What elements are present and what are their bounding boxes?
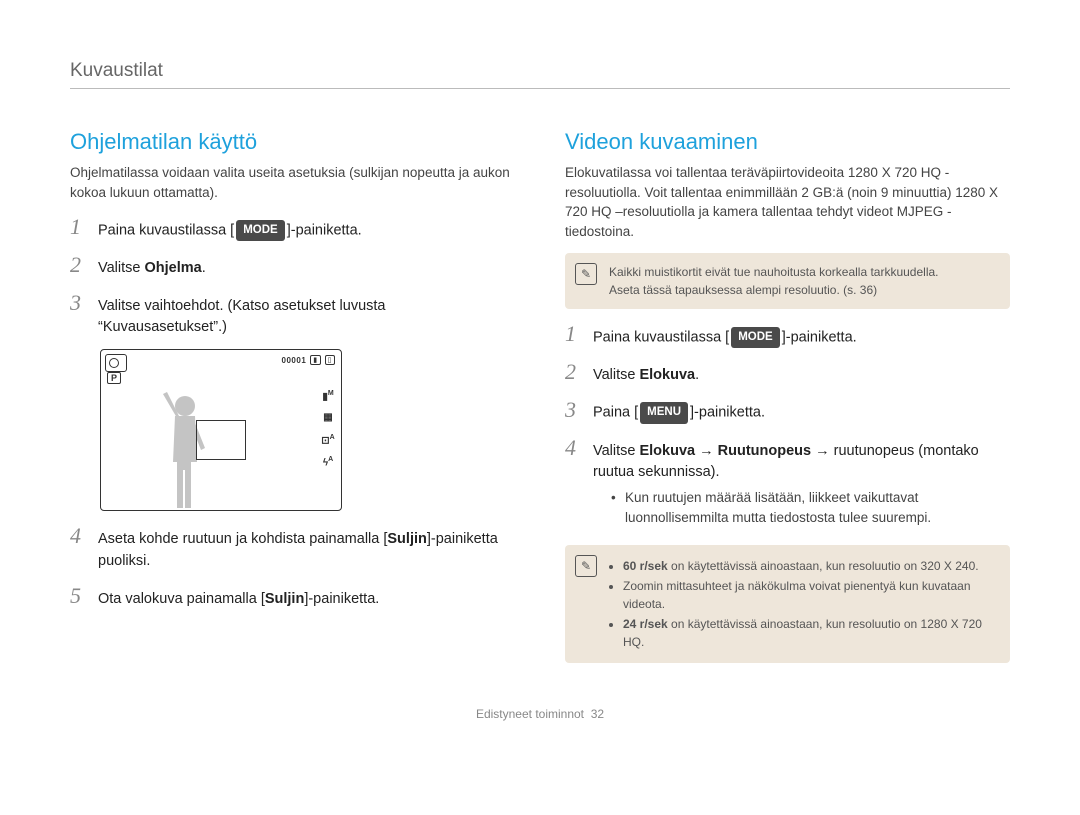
- battery-icon: ▮: [310, 355, 320, 365]
- footer-page: 32: [591, 707, 604, 721]
- step-number: 3: [70, 290, 88, 316]
- left-step-3: 3 Valitse vaihtoehdot. (Katso asetukset …: [70, 290, 515, 340]
- step-number: 5: [70, 583, 88, 609]
- focus-frame: [196, 420, 246, 460]
- mode-indicator: P: [107, 372, 121, 384]
- note-line: Aseta tässä tapauksessa alempi resoluuti…: [609, 281, 998, 299]
- step-text: Valitse Ohjelma.: [98, 258, 206, 280]
- step-text: Valitse vaihtoehdot. (Katso asetukset lu…: [98, 296, 515, 340]
- right-intro: Elokuvatilassa voi tallentaa teräväpiirt…: [565, 163, 1010, 241]
- note-line: Kaikki muistikortit eivät tue nauhoitust…: [609, 263, 998, 281]
- right-step-3: 3 Paina [MENU]-painiketta.: [565, 397, 1010, 425]
- step-bullet: Kun ruutujen määrää lisätään, liikkeet v…: [611, 488, 1010, 529]
- note-icon: ✎: [575, 263, 597, 285]
- preview-right-icons: ▮M ▦ ⊡A ϟA: [321, 390, 335, 468]
- footer-label: Edistyneet toiminnot: [476, 707, 584, 721]
- step-text: Ota valokuva painamalla [Suljin]-painike…: [98, 589, 379, 611]
- step-text: Aseta kohde ruutuun ja kohdista painamal…: [98, 529, 515, 573]
- right-step-4: 4 Valitse Elokuva → Ruutunopeus → ruutun…: [565, 435, 1010, 533]
- step-text: Valitse Elokuva.: [593, 365, 699, 387]
- camera-preview: P 00001 ▮ ▯ ▮M ▦ ⊡A ϟA: [100, 349, 342, 511]
- step-number: 4: [70, 523, 88, 549]
- page-footer: Edistyneet toiminnot 32: [70, 707, 1010, 721]
- left-step-5: 5 Ota valokuva painamalla [Suljin]-paini…: [70, 583, 515, 611]
- left-title: Ohjelmatilan käyttö: [70, 129, 515, 155]
- note-box-1: ✎ Kaikki muistikortit eivät tue nauhoitu…: [565, 253, 1010, 309]
- left-step-1: 1 Paina kuvaustilassa [MODE]-painiketta.: [70, 214, 515, 242]
- manual-page: Kuvaustilat Ohjelmatilan käyttö Ohjelmat…: [0, 0, 1080, 741]
- mode-chip: MODE: [731, 327, 780, 348]
- step-text: Paina kuvaustilassa [MODE]-painiketta.: [593, 327, 857, 349]
- mode-chip: MODE: [236, 220, 285, 241]
- note-item: 60 r/sek on käytettävissä ainoastaan, ku…: [623, 557, 998, 575]
- right-title: Videon kuvaaminen: [565, 129, 1010, 155]
- right-column: Videon kuvaaminen Elokuvatilassa voi tal…: [565, 129, 1010, 675]
- right-step-1: 1 Paina kuvaustilassa [MODE]-painiketta.: [565, 321, 1010, 349]
- note-box-2: ✎ 60 r/sek on käytettävissä ainoastaan, …: [565, 545, 1010, 663]
- step-number: 4: [565, 435, 583, 461]
- note-item: 24 r/sek on käytettävissä ainoastaan, ku…: [623, 615, 998, 651]
- menu-chip: MENU: [640, 402, 688, 423]
- left-intro: Ohjelmatilassa voidaan valita useita ase…: [70, 163, 515, 202]
- step-number: 1: [70, 214, 88, 240]
- preview-top-right: 00001 ▮ ▯: [282, 355, 335, 365]
- left-step-2: 2 Valitse Ohjelma.: [70, 252, 515, 280]
- step-number: 2: [70, 252, 88, 278]
- grid-icon: ▦: [321, 412, 335, 424]
- shot-count: 00001: [282, 356, 307, 365]
- note-list: 60 r/sek on käytettävissä ainoastaan, ku…: [609, 557, 998, 651]
- step-number: 3: [565, 397, 583, 423]
- content-columns: Ohjelmatilan käyttö Ohjelmatilassa voida…: [70, 129, 1010, 675]
- step-number: 1: [565, 321, 583, 347]
- metering-icon: ▮M: [321, 390, 335, 402]
- note-icon: ✎: [575, 555, 597, 577]
- card-icon: ▯: [325, 355, 335, 365]
- camera-icon: [105, 354, 127, 372]
- left-column: Ohjelmatilan käyttö Ohjelmatilassa voida…: [70, 129, 515, 675]
- flash-icon: ϟA: [321, 456, 335, 468]
- step-text: Paina [MENU]-painiketta.: [593, 402, 765, 424]
- step-text: Paina kuvaustilassa [MODE]-painiketta.: [98, 220, 362, 242]
- left-step-4: 4 Aseta kohde ruutuun ja kohdista painam…: [70, 523, 515, 573]
- step-number: 2: [565, 359, 583, 385]
- step-text: Valitse Elokuva → Ruutunopeus → ruutunop…: [593, 441, 1010, 533]
- note-item: Zoomin mittasuhteet ja näkökulma voivat …: [623, 577, 998, 613]
- right-step-2: 2 Valitse Elokuva.: [565, 359, 1010, 387]
- section-header: Kuvaustilat: [70, 60, 1010, 89]
- focus-box-icon: ⊡A: [321, 434, 335, 446]
